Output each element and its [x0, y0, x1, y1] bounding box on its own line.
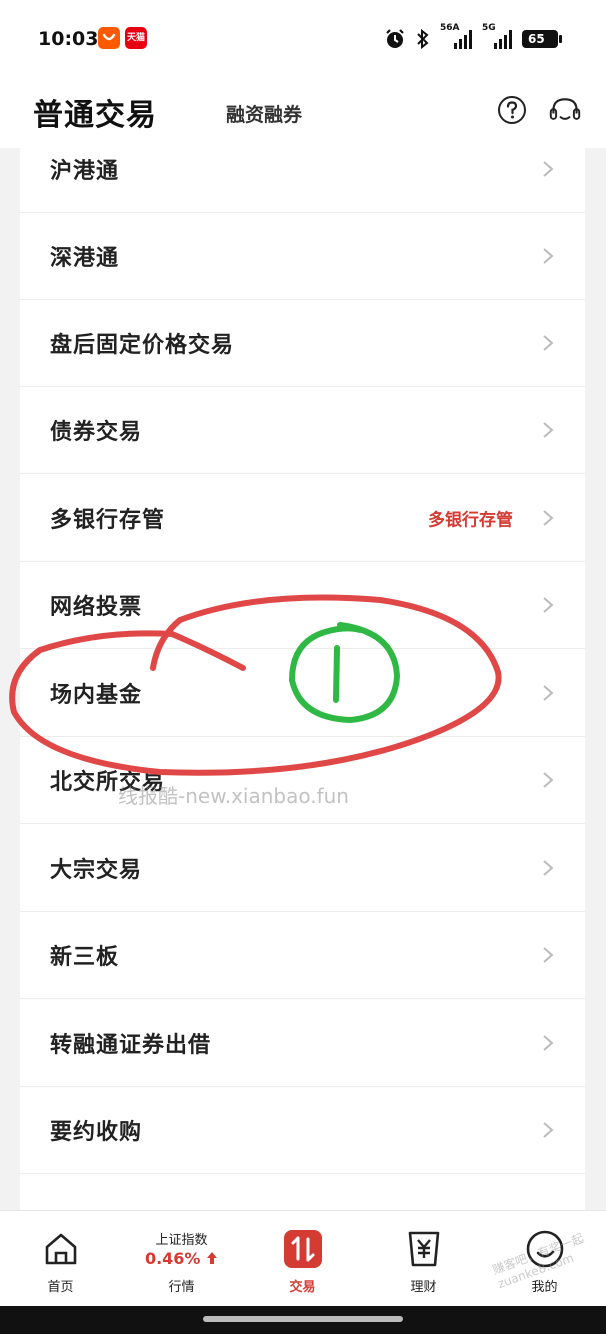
list-item-label: 沪港通	[50, 159, 120, 184]
list-item-label: 要约收购	[50, 1120, 143, 1145]
nav-label: 理财	[410, 1280, 437, 1295]
tab-margin-trading[interactable]: 融资融券	[226, 100, 302, 127]
nav-trade[interactable]: 交易	[242, 1211, 363, 1307]
watermark: 线报酷-new.xianbao.fun	[118, 784, 349, 808]
chevron-right-icon	[543, 1122, 554, 1138]
screen: 10:03 天猫 56A 5G 65 普通交易 融资融券 沪港通 深港通 盘后固…	[0, 0, 606, 1334]
list-item-label: 新三板	[50, 945, 120, 970]
chevron-right-icon	[543, 510, 554, 526]
list-item-hk-shanghai-connect[interactable]: 沪港通	[20, 148, 585, 213]
status-time: 10:03	[38, 28, 99, 50]
list-item-bond-trading[interactable]: 债券交易	[20, 387, 585, 474]
chevron-right-icon	[543, 248, 554, 264]
battery-icon: 65	[522, 30, 562, 48]
list-item-label: 多银行存管	[50, 508, 166, 533]
chevron-right-icon	[543, 422, 554, 438]
nav-finance[interactable]: 理财	[363, 1211, 484, 1307]
chevron-right-icon	[543, 335, 554, 351]
list-item-label: 网络投票	[50, 595, 143, 620]
chevron-right-icon	[543, 161, 554, 177]
list-item-tender-offer[interactable]: 要约收购	[20, 1087, 585, 1174]
headset-icon[interactable]	[549, 94, 581, 126]
nav-label: 首页	[47, 1280, 74, 1295]
chevron-right-icon	[543, 860, 554, 876]
list-item-after-hours-fixed-price[interactable]: 盘后固定价格交易	[20, 300, 585, 387]
list-item-hk-shenzhen-connect[interactable]: 深港通	[20, 213, 585, 300]
app-notification-icon	[98, 27, 120, 49]
page-title: 普通交易	[33, 98, 157, 133]
status-icons: 56A 5G 65	[384, 23, 562, 52]
chevron-right-icon	[543, 772, 554, 788]
nav-home[interactable]: 首页	[0, 1211, 121, 1307]
alarm-icon	[386, 29, 404, 48]
index-change: 0.46%	[121, 1249, 242, 1268]
trade-menu-list: 沪港通 深港通 盘后固定价格交易 债券交易 多银行存管 多银行存管 网络投票 场…	[20, 148, 585, 1210]
list-item-extra: 多银行存管	[428, 510, 513, 531]
chevron-right-icon	[543, 947, 554, 963]
trade-icon	[283, 1230, 322, 1268]
status-bar: 10:03 天猫 56A 5G 65	[0, 0, 606, 80]
question-circle-icon[interactable]	[496, 94, 528, 126]
home-indicator[interactable]	[203, 1316, 403, 1322]
bluetooth-icon	[417, 28, 429, 50]
nav-label: 行情	[168, 1280, 195, 1295]
list-item-block-trading[interactable]: 大宗交易	[20, 825, 585, 912]
list-item-label: 债券交易	[50, 420, 143, 445]
home-icon	[45, 1233, 76, 1265]
tmall-notification-icon: 天猫	[125, 27, 147, 49]
page-header: 普通交易 融资融券	[0, 80, 606, 148]
list-item-label: 转融通证券出借	[50, 1033, 212, 1058]
list-item-label: 盘后固定价格交易	[50, 333, 235, 358]
chevron-right-icon	[543, 597, 554, 613]
chevron-right-icon	[543, 685, 554, 701]
index-name: 上证指数	[155, 1233, 208, 1248]
list-item-exchange-funds[interactable]: 场内基金	[20, 650, 585, 737]
nav-market[interactable]: 上证指数 0.46% 行情	[121, 1211, 242, 1307]
list-item-label: 深港通	[50, 246, 120, 271]
list-item-securities-lending[interactable]: 转融通证券出借	[20, 1000, 585, 1087]
list-item-label: 大宗交易	[50, 858, 143, 883]
signal-5g-icon: 5G	[482, 23, 512, 49]
list-item-label: 场内基金	[50, 683, 143, 708]
list-item-online-voting[interactable]: 网络投票	[20, 562, 585, 649]
wallet-yuan-icon	[408, 1231, 439, 1267]
list-item-neeq[interactable]: 新三板	[20, 912, 585, 999]
chevron-right-icon	[543, 1035, 554, 1051]
nav-label: 交易	[289, 1280, 316, 1295]
signal-icon: 56A	[440, 23, 472, 49]
arrow-up-icon	[207, 1252, 218, 1264]
list-item-multi-bank-custody[interactable]: 多银行存管 多银行存管	[20, 475, 585, 562]
